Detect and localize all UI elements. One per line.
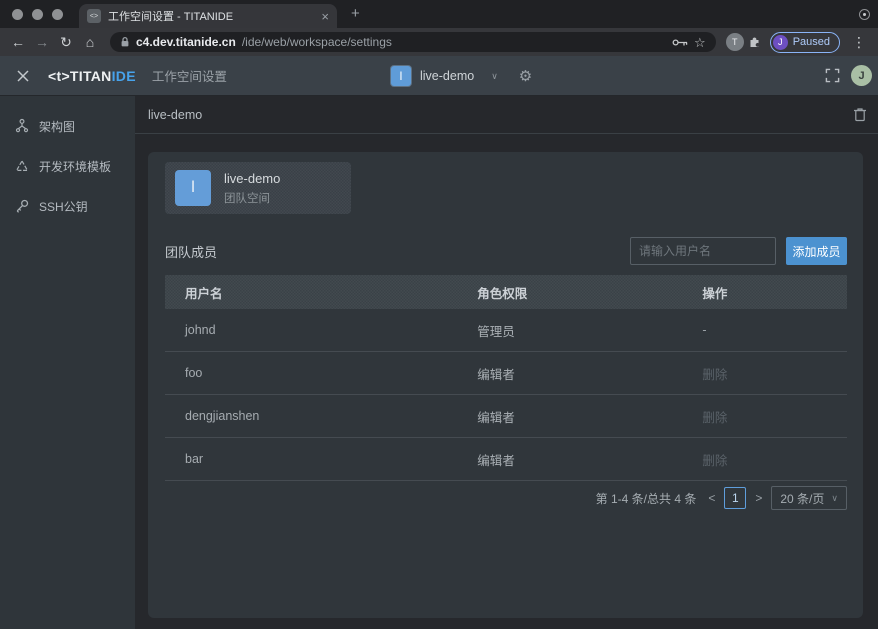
gear-icon[interactable]: ⚙ xyxy=(519,69,532,84)
delete-member-link[interactable]: 删除 xyxy=(700,450,847,469)
browser-tab[interactable]: <> 工作空间设置 - TITANIDE × xyxy=(79,4,337,28)
table-row: bar 编辑者 删除 xyxy=(165,438,847,481)
chevron-down-icon: ∨ xyxy=(831,493,838,504)
column-header-username: 用户名 xyxy=(165,283,475,302)
cell-role: 管理员 xyxy=(475,321,700,340)
profile-avatar: J xyxy=(773,35,788,50)
sidebar: 架构图 开发环境模板 SSH公钥 xyxy=(0,96,135,629)
column-header-action: 操作 xyxy=(700,283,847,302)
workspace-card-avatar: l xyxy=(175,170,211,206)
cell-username: foo xyxy=(165,366,475,380)
browser-menu-icon[interactable]: ⋮ xyxy=(848,34,870,51)
delete-member-link[interactable]: 删除 xyxy=(700,364,847,383)
minimize-window-button[interactable] xyxy=(32,9,43,20)
sidebar-item-architecture[interactable]: 架构图 xyxy=(0,106,135,146)
password-key-icon[interactable] xyxy=(672,38,688,47)
back-button[interactable]: ← xyxy=(8,35,28,49)
workspace-card-type: 团队空间 xyxy=(224,190,280,206)
cell-role: 编辑者 xyxy=(475,450,700,469)
workspace-card: l live-demo 团队空间 xyxy=(165,162,351,214)
delete-workspace-icon[interactable] xyxy=(853,107,867,122)
pagination: 第 1-4 条/总共 4 条 < 1 > 20 条/页 ∨ xyxy=(165,483,847,513)
chevron-down-icon[interactable]: ∨ xyxy=(491,71,498,82)
pagination-next-icon[interactable]: > xyxy=(755,491,762,505)
tab-close-icon[interactable]: × xyxy=(321,10,329,23)
profile-status: Paused xyxy=(793,36,830,48)
workspace-name: live-demo xyxy=(420,69,474,83)
toolbar-avatar-badge[interactable]: T xyxy=(726,33,744,51)
extensions-puzzle-icon[interactable] xyxy=(748,35,762,49)
browser-window: <> 工作空间设置 - TITANIDE × + ← → ↻ ⌂ c4.dev.… xyxy=(0,0,878,629)
page-title: live-demo xyxy=(148,108,202,122)
workspace-avatar: l xyxy=(391,66,411,86)
new-tab-button[interactable]: + xyxy=(351,5,360,22)
cell-role: 编辑者 xyxy=(475,364,700,383)
fullscreen-icon[interactable] xyxy=(825,68,840,83)
app-header: <t>TITANIDE 工作空间设置 l live-demo ∨ ⚙ J xyxy=(0,56,878,96)
browser-toolbar: ← → ↻ ⌂ c4.dev.titanide.cn /ide/web/work… xyxy=(0,28,878,56)
reload-button[interactable]: ↻ xyxy=(56,35,76,49)
settings-panel: l live-demo 团队空间 团队成员 添加成员 用户名 角色权限 xyxy=(148,152,863,618)
site-favicon-icon: <> xyxy=(87,9,101,23)
pagination-prev-icon[interactable]: < xyxy=(708,491,715,505)
forward-button[interactable]: → xyxy=(32,35,52,49)
branch-icon xyxy=(14,118,30,134)
main-content: live-demo l live-demo 团队空间 团队成员 xyxy=(135,96,878,629)
key-icon xyxy=(14,198,30,214)
table-row: dengjianshen 编辑者 删除 xyxy=(165,395,847,438)
add-member-button[interactable]: 添加成员 xyxy=(786,237,847,265)
sidebar-item-dev-template[interactable]: 开发环境模板 xyxy=(0,146,135,186)
sidebar-item-label: 开发环境模板 xyxy=(39,158,111,175)
column-header-role: 角色权限 xyxy=(475,283,700,302)
user-avatar[interactable]: J xyxy=(851,65,872,86)
close-settings-icon[interactable] xyxy=(16,69,30,83)
cell-username: bar xyxy=(165,452,475,466)
bookmark-star-icon[interactable]: ☆ xyxy=(694,36,706,49)
close-window-button[interactable] xyxy=(12,9,23,20)
table-header-row: 用户名 角色权限 操作 xyxy=(165,275,847,309)
header-divider xyxy=(135,133,878,134)
members-table: 用户名 角色权限 操作 johnd 管理员 - foo 编辑者 删除 xyxy=(165,275,847,481)
cell-username: johnd xyxy=(165,323,475,337)
browser-profile-chip[interactable]: J Paused xyxy=(770,32,840,53)
lock-icon xyxy=(120,36,130,48)
triangle-template-icon xyxy=(14,158,30,174)
address-bar[interactable]: c4.dev.titanide.cn /ide/web/workspace/se… xyxy=(110,32,716,52)
url-host: c4.dev.titanide.cn xyxy=(136,35,236,49)
sidebar-item-label: SSH公钥 xyxy=(39,198,88,215)
tab-title: 工作空间设置 - TITANIDE xyxy=(108,8,314,24)
pagination-page-1[interactable]: 1 xyxy=(724,487,746,509)
workspace-card-name: live-demo xyxy=(224,171,280,186)
username-input[interactable] xyxy=(630,237,776,265)
table-row: foo 编辑者 删除 xyxy=(165,352,847,395)
cell-action-none: - xyxy=(700,323,847,337)
tab-strip: <> 工作空间设置 - TITANIDE × + xyxy=(0,0,878,28)
app-header-title: 工作空间设置 xyxy=(152,66,227,85)
app-logo: <t>TITANIDE xyxy=(48,68,136,84)
cell-role: 编辑者 xyxy=(475,407,700,426)
sidebar-item-ssh-key[interactable]: SSH公钥 xyxy=(0,186,135,226)
page-size-value: 20 条/页 xyxy=(780,490,824,507)
table-row: johnd 管理员 - xyxy=(165,309,847,352)
url-path: /ide/web/workspace/settings xyxy=(242,35,392,49)
delete-member-link[interactable]: 删除 xyxy=(700,407,847,426)
traffic-lights xyxy=(12,9,63,20)
workspace-switcher[interactable]: l live-demo ∨ ⚙ xyxy=(391,56,532,96)
home-button[interactable]: ⌂ xyxy=(80,35,100,49)
section-title-members: 团队成员 xyxy=(165,242,217,261)
cell-username: dengjianshen xyxy=(165,409,475,423)
tabstrip-badge-icon[interactable] xyxy=(859,9,870,20)
page-size-select[interactable]: 20 条/页 ∨ xyxy=(771,486,847,510)
pagination-summary: 第 1-4 条/总共 4 条 xyxy=(596,490,697,507)
sidebar-item-label: 架构图 xyxy=(39,118,75,135)
zoom-window-button[interactable] xyxy=(52,9,63,20)
